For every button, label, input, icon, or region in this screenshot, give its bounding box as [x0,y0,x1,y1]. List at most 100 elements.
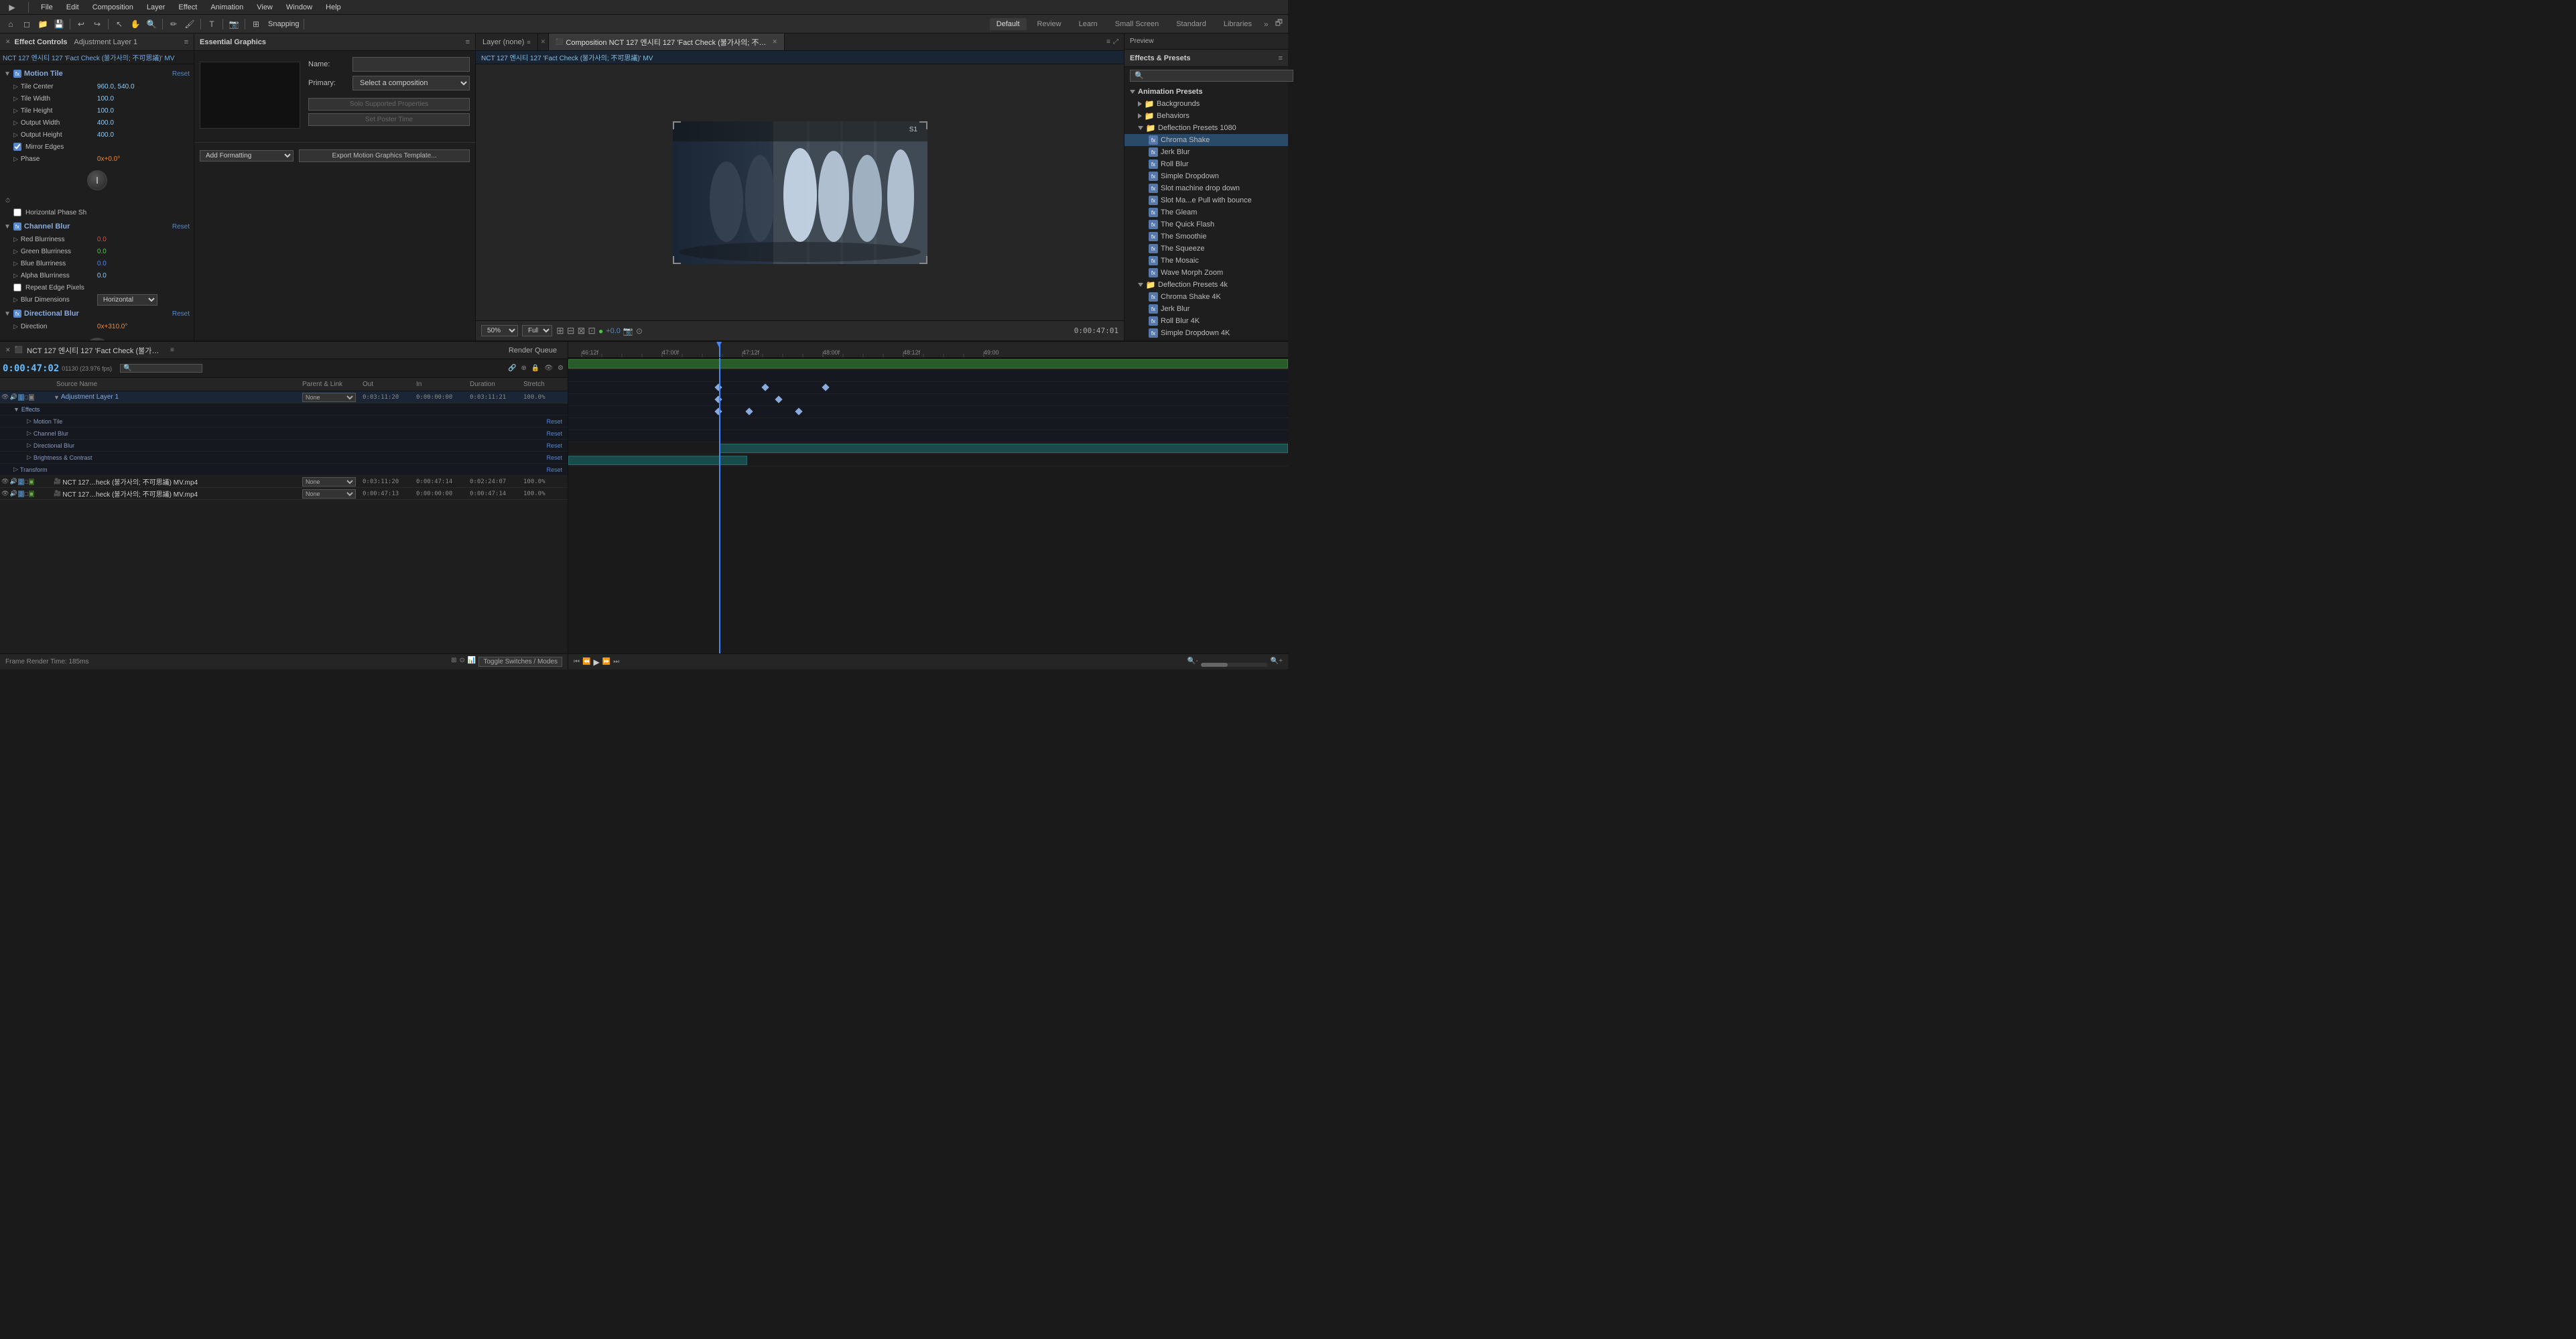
quality-select[interactable]: Full [522,325,552,336]
ep-item-simple-dropdown-4k[interactable]: fx Simple Dropdown 4K [1124,327,1288,339]
tl-zoom-out[interactable]: 🔍- [1187,657,1198,667]
add-formatting-select[interactable]: Add Formatting [200,150,294,162]
set-poster-btn[interactable]: Set Poster Time [308,113,470,126]
ep-item-wave-morph[interactable]: fx Wave Morph Zoom [1124,267,1288,279]
ep-item-roll-blur-4k[interactable]: fx Roll Blur 4K [1124,315,1288,327]
close-icon[interactable]: ✕ [5,38,11,46]
l1-lock-icon[interactable]: □ [25,394,28,401]
panel-menu-btn[interactable]: ≡ [184,38,188,46]
ep-category-animation[interactable]: Animation Presets [1124,86,1288,98]
fx-prop-val-red-blur[interactable]: 0.0 [97,236,107,243]
l2-audio-icon[interactable]: 🔊 [9,478,17,485]
expand-blur-dim[interactable]: ▷ [13,296,18,304]
viewer-color-btn[interactable]: ● [598,326,603,336]
text-btn[interactable]: T [205,17,218,31]
fx-prop-val-blue-blur[interactable]: 0.0 [97,260,107,267]
ws-minimize[interactable]: 🗗 [1274,15,1284,32]
ep-item-jerk-blur-4k[interactable]: fx Jerk Blur [1124,303,1288,315]
ep-item-behaviors[interactable]: 📁 Behaviors [1124,110,1288,122]
ws-tab-default[interactable]: Default [990,18,1027,30]
ep-item-jerk-blur[interactable]: fx Jerk Blur [1124,146,1288,158]
tl-bottom-prev[interactable]: ⏪ [582,658,590,665]
timeline-search-input[interactable] [132,365,199,372]
expand-red-blur[interactable]: ▷ [13,236,18,243]
render-queue-tab[interactable]: Render Queue [503,345,562,356]
tl-fx-cb-expand[interactable]: ▷ [27,430,31,437]
l2-parent-select[interactable]: None [302,477,356,487]
menu-help[interactable]: Help [323,2,344,13]
l3-audio-icon[interactable]: 🔊 [9,490,17,497]
expand-tile-center[interactable]: ▷ [13,83,18,90]
tl-lock-btn[interactable]: 🔒 [530,363,541,373]
ws-tab-learn[interactable]: Learn [1072,18,1104,30]
tl-bottom-play[interactable]: ▶ [593,657,599,667]
fx-prop-val-phase[interactable]: 0x+0.0° [97,155,120,163]
l1-eye-icon[interactable]: 👁 [1,393,9,401]
viewer-safe-btn[interactable]: ⊠ [577,325,585,336]
fx-prop-val-direction[interactable]: 0x+310.0° [97,323,127,330]
kf-db-1[interactable] [714,407,722,415]
layer-panel-menu[interactable]: ≡ [527,39,530,46]
export-template-btn[interactable]: Export Motion Graphics Template... [299,149,470,162]
kf-db-2[interactable] [745,407,753,415]
menu-animation[interactable]: Animation [208,2,246,13]
viewer-tab-comp-close[interactable]: ✕ [538,34,550,50]
mirror-edges-checkbox[interactable] [13,143,21,151]
l1-expand-icon[interactable]: ▼ [54,394,60,401]
dir-blur-knob[interactable] [85,338,109,340]
layer-1-row[interactable]: 👁 🔊 1 □ ■ ▼ Adjustment Layer 1 [0,391,568,403]
l3-eye-icon[interactable]: 👁 [1,490,9,497]
fx-prop-val-tile-width[interactable]: 100.0 [97,95,114,103]
menu-composition[interactable]: Composition [90,2,136,13]
zoom-select[interactable]: 50% [481,325,518,336]
fx-header-dir-blur[interactable]: ▼ fx Directional Blur Reset [0,307,194,320]
tl-bottom-home[interactable]: ⏮ [574,658,580,665]
viewer-3d-btn[interactable]: ⊡ [588,325,596,336]
tl-fx-mt-reset[interactable]: Reset [546,418,568,425]
fx-prop-val-tile-center[interactable]: 960.0, 540.0 [97,83,135,90]
eg-menu-btn[interactable]: ≡ [466,38,470,46]
tl-close-icon[interactable]: ✕ [5,346,11,354]
comp-close-btn[interactable]: ✕ [772,38,777,46]
l2-eye-icon[interactable]: 👁 [1,478,9,485]
tl-fx-mt-expand[interactable]: ▷ [27,418,31,425]
tl-fx-bc-expand[interactable]: ▷ [27,454,31,461]
l1-parent-select[interactable]: None [302,393,356,402]
tl-settings-btn[interactable]: ⚙ [556,363,565,373]
kf-cb-1[interactable] [714,395,722,403]
ep-item-deflection-4k[interactable]: 📁 Deflection Presets 4k [1124,279,1288,291]
fx-reset-motion-tile[interactable]: Reset [172,70,190,78]
viewer-tab-layer[interactable]: Layer (none) ≡ [476,34,538,50]
ep-item-chroma-shake-4k[interactable]: fx Chroma Shake 4K [1124,291,1288,303]
viewer-snapshot-btn[interactable]: ⊙ [636,326,643,336]
menu-effect[interactable]: Effect [176,2,200,13]
tl-fx-tr-reset[interactable]: Reset [546,466,568,473]
ep-item-deflection-1080[interactable]: 📁 Deflection Presets 1080 [1124,122,1288,134]
expand-green-blur[interactable]: ▷ [13,248,18,255]
kf-3[interactable] [822,383,829,391]
fx-prop-val-output-width[interactable]: 400.0 [97,119,114,127]
expand-alpha-blur[interactable]: ▷ [13,272,18,279]
expand-phase[interactable]: ▷ [13,155,18,163]
snap-toggle[interactable]: ⊞ [249,17,263,31]
new-btn[interactable]: ◻ [20,17,34,31]
expand-tile-width[interactable]: ▷ [13,95,18,103]
ep-item-mosaic[interactable]: fx The Mosaic [1124,255,1288,267]
tl-bottom-next[interactable]: ⏩ [602,658,610,665]
toggle-switches-label[interactable]: Toggle Switches / Modes [478,657,562,667]
phase-knob[interactable] [87,170,107,190]
ep-item-gleam[interactable]: fx The Gleam [1124,206,1288,218]
home-btn[interactable]: ⌂ [4,17,17,31]
ep-item-backgrounds[interactable]: 📁 Backgrounds [1124,98,1288,110]
horiz-phase-checkbox[interactable] [13,208,21,216]
ep-item-slot-ma-pull[interactable]: fx Slot Ma...e Pull with bounce [1124,194,1288,206]
solo-btn[interactable]: Solo Supported Properties [308,98,470,111]
kf-2[interactable] [761,383,769,391]
expand-direction[interactable]: ▷ [13,323,18,330]
ep-menu-btn[interactable]: ≡ [1279,54,1283,62]
save-btn[interactable]: 💾 [52,17,66,31]
ep-item-slot-ma-drop-4k[interactable]: fx Slot ma...e drop down 4K [1124,339,1288,340]
comp-close-icon[interactable]: ✕ [541,38,546,46]
ws-overflow[interactable]: » [1263,18,1270,30]
expand-tile-height[interactable]: ▷ [13,107,18,115]
